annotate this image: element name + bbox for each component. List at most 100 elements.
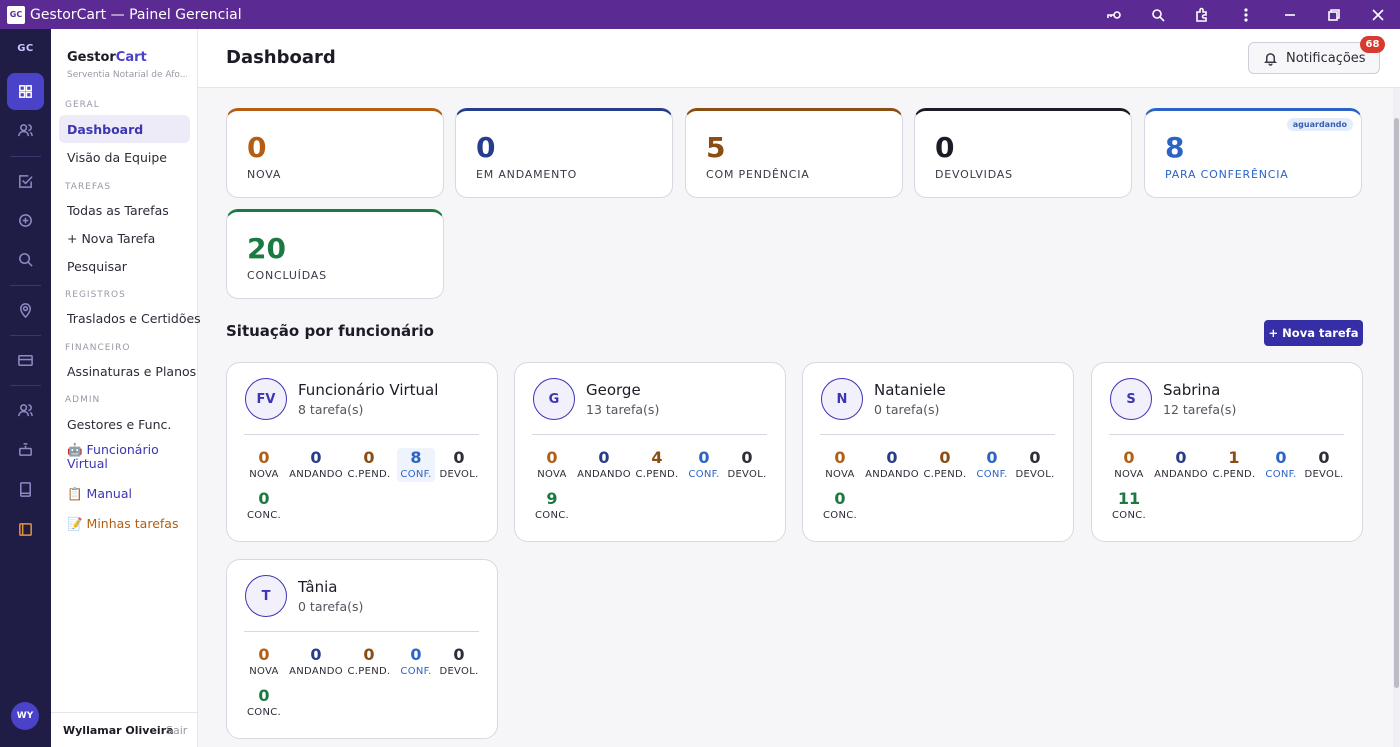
employee-avatar: G: [533, 378, 575, 420]
stat-cell-devol: 0 DEVOL.: [1304, 448, 1344, 482]
rail-team-icon[interactable]: [7, 112, 44, 149]
user-name: Wyllamar Oliveira: [63, 724, 174, 737]
cell-value: 0: [546, 448, 558, 467]
stat-cell-andando: 0 ANDANDO: [863, 448, 921, 482]
sidebar-item-funcionario-virtual[interactable]: 🤖 Funcionário Virtual: [59, 443, 190, 477]
cell-label: NOVA: [249, 469, 279, 480]
sidebar-item-nova-tarefa[interactable]: + Nova Tarefa: [59, 224, 190, 252]
cell-label: C.PEND.: [923, 469, 967, 480]
employee-name: Nataniele: [874, 381, 946, 399]
sidebar-item-visao-equipe[interactable]: Visão da Equipe: [59, 143, 190, 171]
stat-cell-devol: 0 DEVOL.: [439, 448, 479, 482]
cell-label: CONF.: [400, 469, 432, 480]
key-icon[interactable]: [1092, 0, 1136, 29]
employee-card[interactable]: T Tânia 0 tarefa(s) 0 NOVA 0 ANDANDO 0 C.PEND. 0 C…: [226, 559, 498, 739]
brand-subtitle: Serventia Notarial de Afo...: [67, 70, 187, 80]
main-scrollbar[interactable]: [1393, 88, 1400, 747]
cell-value: 4: [651, 448, 663, 467]
stat-cell-andando: 0 ANDANDO: [1152, 448, 1210, 482]
stat-card-com-pendencia[interactable]: 5 COM PENDÊNCIA: [685, 108, 903, 198]
rail-new-task-icon[interactable]: [7, 202, 44, 239]
sidebar-item-dashboard[interactable]: Dashboard: [59, 115, 190, 143]
stat-label: DEVOLVIDAS: [935, 168, 1013, 181]
cell-value: 0: [1275, 448, 1287, 467]
employee-card[interactable]: S Sabrina 12 tarefa(s) 0 NOVA 0 ANDANDO 1 C.PEND…: [1091, 362, 1363, 542]
employee-avatar: FV: [245, 378, 287, 420]
sidebar-item-traslados[interactable]: Traslados e Certidões: [59, 304, 201, 332]
sidebar-item-assinaturas[interactable]: Assinaturas e Planos: [59, 357, 196, 385]
sidebar-brand: GestorCart: [67, 50, 147, 65]
stat-cell-conf: 0 CONF.: [397, 645, 435, 679]
divider: [1109, 434, 1344, 435]
cell-value: 11: [1117, 489, 1141, 508]
cell-value: 0: [741, 448, 753, 467]
cell-value: 0: [598, 448, 610, 467]
employee-card[interactable]: N Nataniele 0 tarefa(s) 0 NOVA 0 ANDANDO 0 C.PEN…: [802, 362, 1074, 542]
restore-icon[interactable]: [1312, 0, 1356, 29]
stat-cell-conc: 0 CONC.: [820, 489, 860, 523]
rail-my-tasks-icon[interactable]: [7, 511, 44, 548]
cell-label: C.PEND.: [347, 666, 391, 677]
stat-label: CONCLUÍDAS: [247, 269, 327, 282]
stat-cell-nova: 0 NOVA: [247, 448, 281, 482]
close-icon[interactable]: [1356, 0, 1400, 29]
employee-name: George: [586, 381, 641, 399]
stat-cell-cpend: 4 C.PEND.: [635, 448, 679, 482]
sidebar-item-manual[interactable]: 📋 Manual: [59, 480, 190, 508]
sidebar-item-todas-tarefas[interactable]: Todas as Tarefas: [59, 196, 190, 224]
stat-value: 20: [247, 232, 286, 265]
cell-label: ANDANDO: [1154, 469, 1208, 480]
minimize-icon[interactable]: [1268, 0, 1312, 29]
scrollbar-thumb[interactable]: [1394, 118, 1399, 688]
brand-part-1: Gestor: [67, 50, 116, 65]
cell-label: CONC.: [247, 510, 281, 521]
cell-label: ANDANDO: [289, 666, 343, 677]
rail-location-icon[interactable]: [7, 292, 44, 329]
user-avatar[interactable]: WY: [11, 702, 39, 730]
employee-card[interactable]: FV Funcionário Virtual 8 tarefa(s) 0 NOVA 0 AN…: [226, 362, 498, 542]
rail-book-icon[interactable]: [7, 471, 44, 508]
rail-search-icon[interactable]: [7, 241, 44, 278]
rail-users-icon[interactable]: [7, 392, 44, 429]
stat-cell-devol: 0 DEVOL.: [1015, 448, 1055, 482]
stat-value: 8: [1165, 131, 1185, 164]
stat-card-para-conferencia[interactable]: 8 PARA CONFERÊNCIA aguardando: [1144, 108, 1362, 198]
icon-rail: GC WY: [0, 29, 51, 747]
cell-label: ANDANDO: [289, 469, 343, 480]
stat-cell-conc: 9 CONC.: [532, 489, 572, 523]
zoom-icon[interactable]: [1136, 0, 1180, 29]
logout-link[interactable]: Sair: [166, 724, 187, 737]
stat-card-devolvidas[interactable]: 0 DEVOLVIDAS: [914, 108, 1132, 198]
employee-card[interactable]: G George 13 tarefa(s) 0 NOVA 0 ANDANDO 4 C.PEND.…: [514, 362, 786, 542]
cell-value: 0: [939, 448, 951, 467]
new-task-button[interactable]: + Nova tarefa: [1264, 320, 1363, 346]
extensions-icon[interactable]: [1180, 0, 1224, 29]
stat-cell-devol: 0 DEVOL.: [727, 448, 767, 482]
stat-card-em-andamento[interactable]: 0 EM ANDAMENTO: [455, 108, 673, 198]
sidebar: GestorCart Serventia Notarial de Afo... …: [51, 29, 201, 747]
stat-value: 0: [247, 131, 267, 164]
rail-robot-icon[interactable]: [7, 431, 44, 468]
stat-cell-conc: 11 CONC.: [1109, 489, 1149, 523]
sidebar-item-minhas-tarefas[interactable]: 📝 Minhas tarefas: [59, 510, 190, 538]
stat-cell-conf: 0 CONF.: [973, 448, 1011, 482]
rail-card-icon[interactable]: [7, 342, 44, 379]
more-menu-icon[interactable]: [1224, 0, 1268, 29]
section-geral: GERAL: [65, 100, 100, 110]
cell-label: DEVOL.: [439, 666, 479, 677]
cell-value: 0: [1175, 448, 1187, 467]
brand-part-2: Cart: [115, 50, 147, 65]
cell-label: DEVOL.: [439, 469, 479, 480]
stat-value: 0: [935, 131, 955, 164]
sidebar-item-gestores[interactable]: Gestores e Func.: [59, 410, 190, 438]
cell-label: CONF.: [976, 469, 1008, 480]
section-tarefas: TAREFAS: [65, 182, 112, 192]
main-content: 0 NOVA 0 EM ANDAMENTO 5 COM PENDÊNCIA 0 DEVOLVI…: [198, 88, 1392, 747]
cell-label: CONC.: [535, 510, 569, 521]
rail-tasks-icon[interactable]: [7, 163, 44, 200]
rail-dashboard-icon[interactable]: [7, 73, 44, 110]
stat-card-concluidas[interactable]: 20 CONCLUÍDAS: [226, 209, 444, 299]
cell-value: 0: [698, 448, 710, 467]
sidebar-item-pesquisar[interactable]: Pesquisar: [59, 252, 190, 280]
stat-card-nova[interactable]: 0 NOVA: [226, 108, 444, 198]
